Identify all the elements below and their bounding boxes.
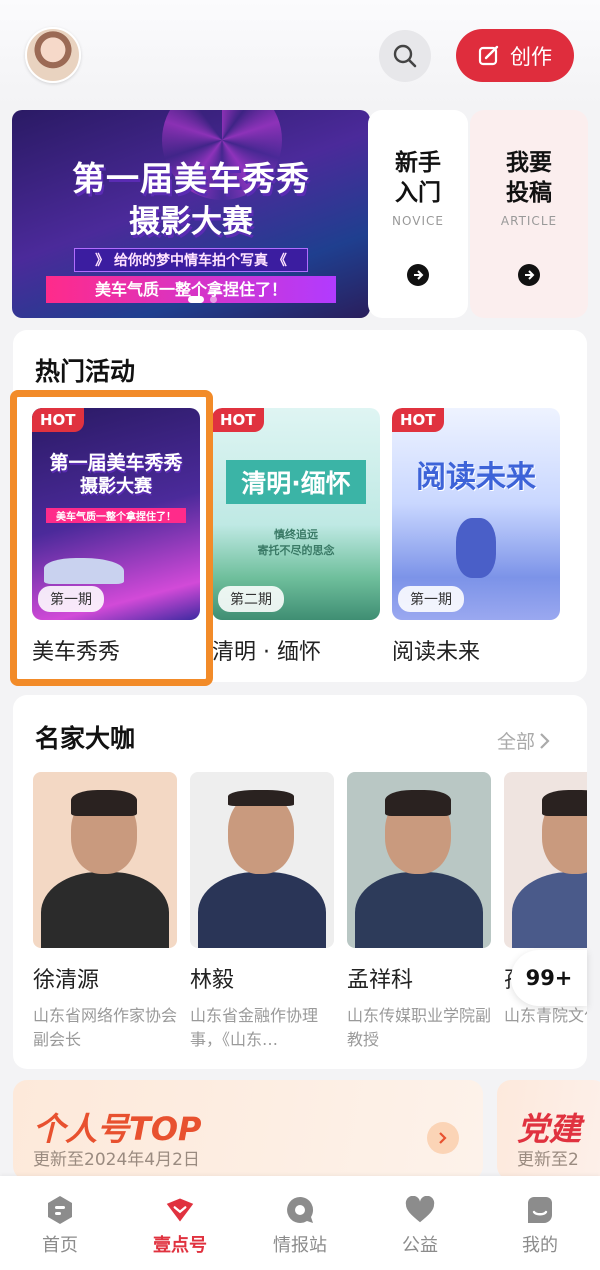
activity-name: 清明 · 缅怀 (212, 640, 321, 665)
activity-item[interactable]: 清明·缅怀 慎终追远 寄托不尽的思念 HOT 第二期 清明 · 缅怀 (212, 408, 380, 666)
master-photo (347, 772, 491, 948)
activity-item[interactable]: 阅读未来 HOT 第一期 阅读未来 (392, 408, 560, 666)
poster-subtitle: 慎终追远 (274, 528, 318, 541)
top-bar: 创作 (0, 0, 600, 105)
nav-label: 首页 (42, 1235, 78, 1256)
hot-badge: HOT (212, 408, 264, 432)
intel-icon (285, 1195, 315, 1225)
chevron-right-icon (427, 1122, 459, 1154)
master-photo (190, 772, 334, 948)
nav-me[interactable]: 我的 (480, 1176, 600, 1270)
nav-label: 公益 (402, 1235, 438, 1256)
nav-yidianhao[interactable]: 壹点号 (120, 1176, 240, 1270)
rank-title: 党建 (517, 1110, 582, 1148)
novice-title-2: 入门 (395, 180, 441, 206)
search-icon (393, 44, 417, 68)
profile-icon (525, 1195, 555, 1225)
arrow-right-icon (407, 264, 429, 286)
view-all-link[interactable]: 全部 (497, 727, 551, 754)
robot-image (456, 518, 496, 578)
period-tag: 第二期 (218, 586, 284, 612)
poster-title: 清明·缅怀 (226, 460, 366, 504)
hot-badge: HOT (392, 408, 444, 432)
period-tag: 第一期 (398, 586, 464, 612)
article-en-label: ARTICLE (500, 214, 558, 228)
novice-en-label: NOVICE (392, 214, 444, 228)
bottom-nav: 首页 壹点号 情报站 公益 我的 (0, 1176, 600, 1270)
nav-label: 我的 (522, 1235, 558, 1256)
activity-poster: 阅读未来 HOT 第一期 (392, 408, 560, 620)
yidianhao-icon (165, 1195, 195, 1225)
search-button[interactable] (379, 30, 431, 82)
novice-title-1: 新手 (395, 150, 441, 176)
unread-count-badge[interactable]: 99+ (511, 950, 587, 1006)
arrow-right-icon (518, 264, 540, 286)
personal-top-card[interactable]: 个人号TOP 更新至2024年4月2日 (13, 1080, 483, 1180)
master-photo (33, 772, 177, 948)
master-name: 林毅 (190, 968, 235, 993)
banner-pagination (188, 296, 217, 303)
master-item[interactable]: 徐清源 山东省网络作家协会副会长 (33, 772, 177, 1052)
nav-label: 壹点号 (153, 1235, 207, 1256)
party-building-card[interactable]: 党建 更新至2 (497, 1080, 600, 1180)
master-photo (504, 772, 587, 948)
nav-label: 情报站 (273, 1235, 327, 1256)
view-all-label: 全部 (497, 731, 536, 753)
selection-highlight (10, 390, 213, 686)
heart-icon (405, 1195, 435, 1225)
hot-activities-title: 热门活动 (35, 357, 136, 386)
master-item[interactable]: 孟祥科 山东传媒职业学院副教授 (347, 772, 491, 1052)
poster-tagline: 寄托不尽的思念 (257, 544, 335, 557)
banner-slogan: 》 给你的梦中情车拍个写真 《 (74, 248, 308, 272)
master-name: 徐清源 (33, 968, 100, 993)
create-button[interactable]: 创作 (456, 29, 574, 82)
master-desc: 山东省网络作家协会副会长 (33, 1006, 177, 1049)
article-tile[interactable]: 我要投稿 ARTICLE (470, 110, 588, 318)
nav-charity[interactable]: 公益 (360, 1176, 480, 1270)
master-desc: 山东省金融作协理事，《山东… (190, 1006, 319, 1049)
nav-home[interactable]: 首页 (0, 1176, 120, 1270)
poster-title: 阅读未来 (416, 460, 536, 495)
rank-update-date: 更新至2024年4月2日 (33, 1150, 200, 1170)
nav-intel[interactable]: 情报站 (240, 1176, 360, 1270)
activity-name: 阅读未来 (392, 640, 481, 665)
banner-title-line2: 摄影大赛 (129, 204, 253, 240)
article-title-2: 投稿 (506, 180, 552, 206)
master-name: 孟祥科 (347, 968, 414, 993)
home-icon (45, 1195, 75, 1225)
master-desc: 山东传媒职业学院副教授 (347, 1006, 491, 1049)
edit-icon (478, 45, 499, 65)
master-desc: 山东青院文化 (504, 1006, 587, 1025)
master-item[interactable]: 林毅 山东省金融作协理事，《山东… (190, 772, 334, 1052)
chevron-right-icon (540, 732, 550, 749)
rank-update-date: 更新至2 (517, 1150, 579, 1170)
article-title-1: 我要 (506, 150, 552, 176)
masters-title: 名家大咖 (35, 724, 136, 753)
contest-banner[interactable]: 第一届美车秀秀 摄影大赛 》 给你的梦中情车拍个写真 《 美车气质一整个拿捏住了… (12, 110, 370, 318)
activity-poster: 清明·缅怀 慎终追远 寄托不尽的思念 HOT 第二期 (212, 408, 380, 620)
avatar[interactable] (25, 27, 81, 83)
rank-title: 个人号TOP (33, 1110, 202, 1148)
master-item[interactable]: 孙 山东青院文化 (504, 772, 587, 1052)
novice-tile[interactable]: 新手入门 NOVICE (368, 110, 468, 318)
create-button-label: 创作 (510, 44, 552, 69)
banner-title-line1: 第一届美车秀秀 (72, 159, 310, 198)
